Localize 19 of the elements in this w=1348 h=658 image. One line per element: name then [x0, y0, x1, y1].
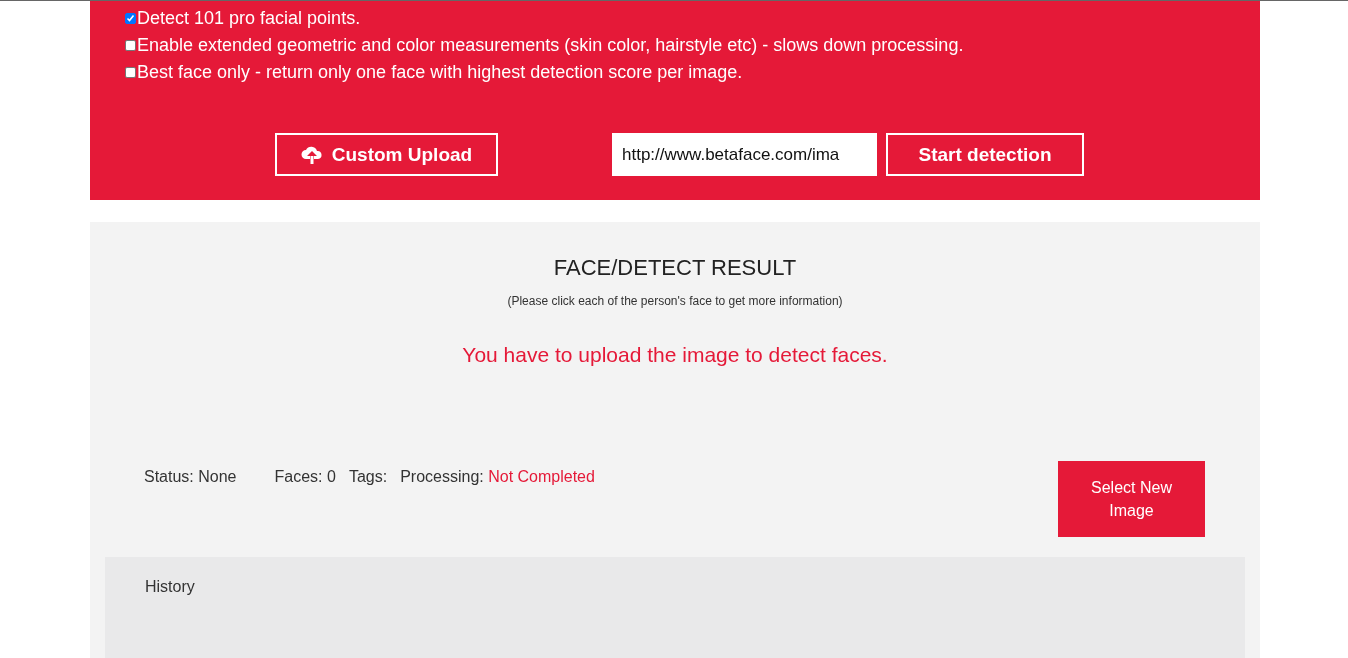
history-title: History	[145, 578, 195, 595]
result-title: FACE/DETECT RESULT	[553, 255, 797, 281]
checkbox[interactable]	[125, 13, 136, 24]
option-label: Detect 101 pro facial points.	[137, 8, 361, 29]
option-label: Best face only - return only one face with highest detection score per image.	[137, 62, 743, 83]
url-field[interactable]: http://www.betaface.com/ima	[612, 133, 877, 176]
cloud-upload-icon	[300, 144, 323, 165]
result-hint: (Please click each of the person's face to get more information)	[507, 294, 843, 308]
checkbox[interactable]	[125, 67, 136, 78]
select-new-image-button[interactable]: Select New Image	[1058, 461, 1205, 537]
custom-upload-button[interactable]: Custom Upload	[275, 133, 498, 176]
option-label: Enable extended geometric and color measurements (skin color, hairstyle etc) - slows down processing.	[137, 35, 964, 56]
start-detection-button[interactable]: Start detection	[886, 133, 1084, 176]
status-item: Tags:	[348, 468, 388, 487]
checkbox[interactable]	[125, 40, 136, 51]
status-item: Status: None	[144, 468, 237, 487]
status-item: Processing: Not Completed	[400, 468, 595, 487]
status-item: Faces: 0	[274, 468, 336, 487]
upload-message: You have to upload the image to detect faces.	[462, 343, 888, 367]
